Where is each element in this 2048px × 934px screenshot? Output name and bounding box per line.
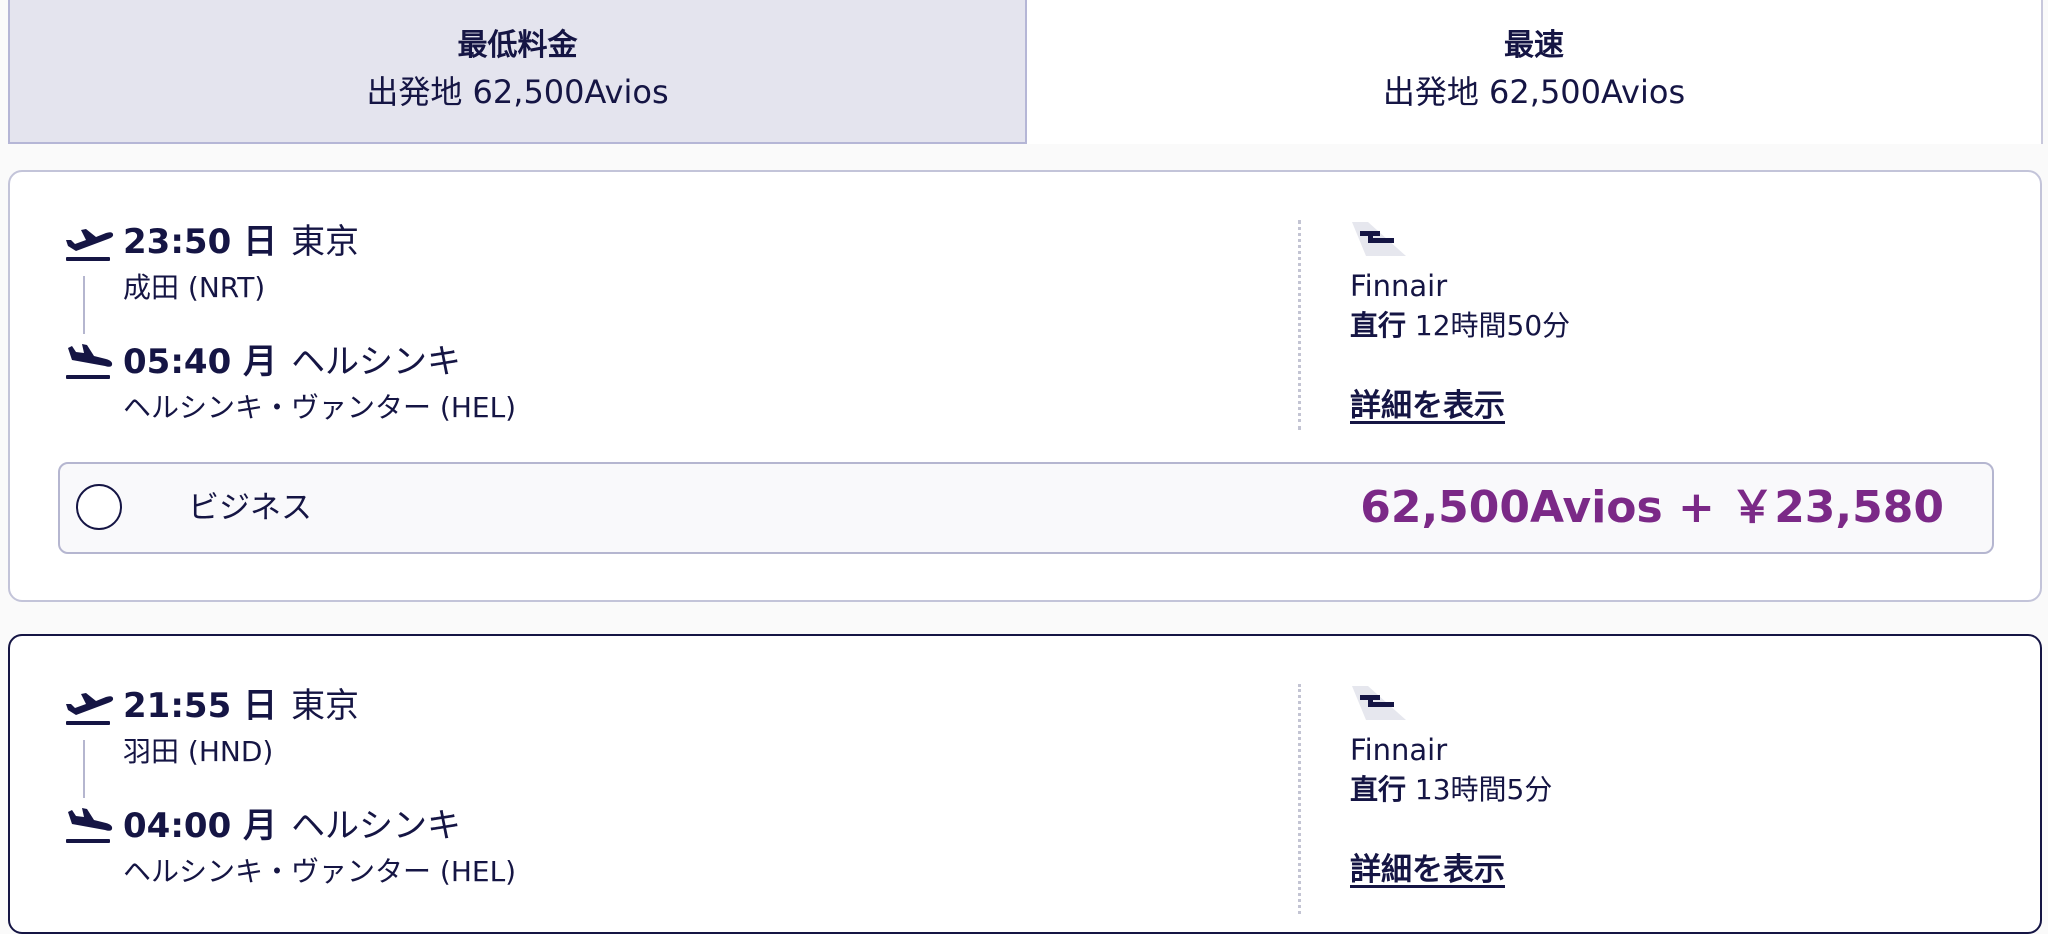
departure-time: 23:50 日東京 bbox=[123, 222, 359, 262]
plane-landing-icon bbox=[66, 808, 113, 843]
plane-takeoff-icon bbox=[66, 693, 114, 725]
plane-takeoff-icon bbox=[66, 229, 114, 261]
departure-time-value: 23:50 日 bbox=[123, 222, 278, 262]
duration: 12時間50分 bbox=[1414, 309, 1571, 342]
flight-card: 21:55 日東京 羽田 (HND) 04:00 月ヘルシンキ ヘルシンキ・ヴァ… bbox=[8, 634, 2042, 934]
card-divider bbox=[1298, 684, 1301, 914]
airline-name: Finnair bbox=[1350, 733, 1448, 767]
arrival-city: ヘルシンキ bbox=[291, 342, 462, 382]
arrival-time: 05:40 月ヘルシンキ bbox=[123, 342, 461, 382]
finnair-logo bbox=[1352, 686, 1406, 720]
arrival-time-value: 05:40 月 bbox=[123, 342, 278, 382]
itinerary-connector bbox=[83, 740, 85, 798]
tab-cheapest-title: 最低料金 bbox=[457, 28, 578, 63]
arrival-city: ヘルシンキ bbox=[291, 806, 462, 846]
departure-time: 21:55 日東京 bbox=[123, 686, 359, 726]
fare-radio[interactable] bbox=[76, 484, 122, 530]
show-details-link[interactable]: 詳細を表示 bbox=[1350, 850, 1505, 890]
departure-airport: 成田 (NRT) bbox=[123, 271, 266, 304]
flight-summary: 直行 12時間50分 bbox=[1350, 308, 1570, 344]
finnair-logo bbox=[1352, 222, 1406, 256]
arrival-time-value: 04:00 月 bbox=[123, 806, 278, 846]
plane-landing-icon bbox=[66, 344, 113, 379]
departure-city: 東京 bbox=[291, 686, 360, 726]
tab-fastest[interactable]: 最速 出発地 62,500Avios bbox=[1027, 0, 2043, 144]
itinerary-connector bbox=[83, 276, 85, 334]
tab-cheapest-subtitle: 出発地 62,500Avios bbox=[366, 73, 669, 111]
stops-label: 直行 bbox=[1350, 773, 1407, 806]
show-details-link[interactable]: 詳細を表示 bbox=[1350, 386, 1505, 426]
arrival-time: 04:00 月ヘルシンキ bbox=[123, 806, 461, 846]
cabin-class: ビジネス bbox=[188, 490, 312, 526]
fare-option-business[interactable]: ビジネス 62,500Avios + ￥23,580 bbox=[58, 462, 1994, 554]
tab-fastest-subtitle: 出発地 62,500Avios bbox=[1382, 73, 1686, 111]
arrival-airport: ヘルシンキ・ヴァンター (HEL) bbox=[123, 855, 517, 888]
tab-fastest-title: 最速 bbox=[1504, 28, 1564, 63]
tab-cheapest[interactable]: 最低料金 出発地 62,500Avios bbox=[8, 0, 1027, 144]
flight-summary: 直行 13時間5分 bbox=[1350, 772, 1552, 808]
arrival-airport: ヘルシンキ・ヴァンター (HEL) bbox=[123, 391, 517, 424]
sort-tabs: 最低料金 出発地 62,500Avios 最速 出発地 62,500Avios bbox=[0, 0, 2048, 146]
airline-name: Finnair bbox=[1350, 269, 1448, 303]
stops-label: 直行 bbox=[1350, 309, 1407, 342]
fare-price: 62,500Avios + ￥23,580 bbox=[1360, 482, 1944, 533]
duration: 13時間5分 bbox=[1414, 773, 1553, 806]
departure-time-value: 21:55 日 bbox=[123, 686, 278, 726]
departure-city: 東京 bbox=[291, 222, 360, 262]
flight-card: 23:50 日東京 成田 (NRT) 05:40 月ヘルシンキ ヘルシンキ・ヴァ… bbox=[8, 170, 2042, 602]
card-divider bbox=[1298, 220, 1301, 430]
departure-airport: 羽田 (HND) bbox=[123, 735, 274, 768]
